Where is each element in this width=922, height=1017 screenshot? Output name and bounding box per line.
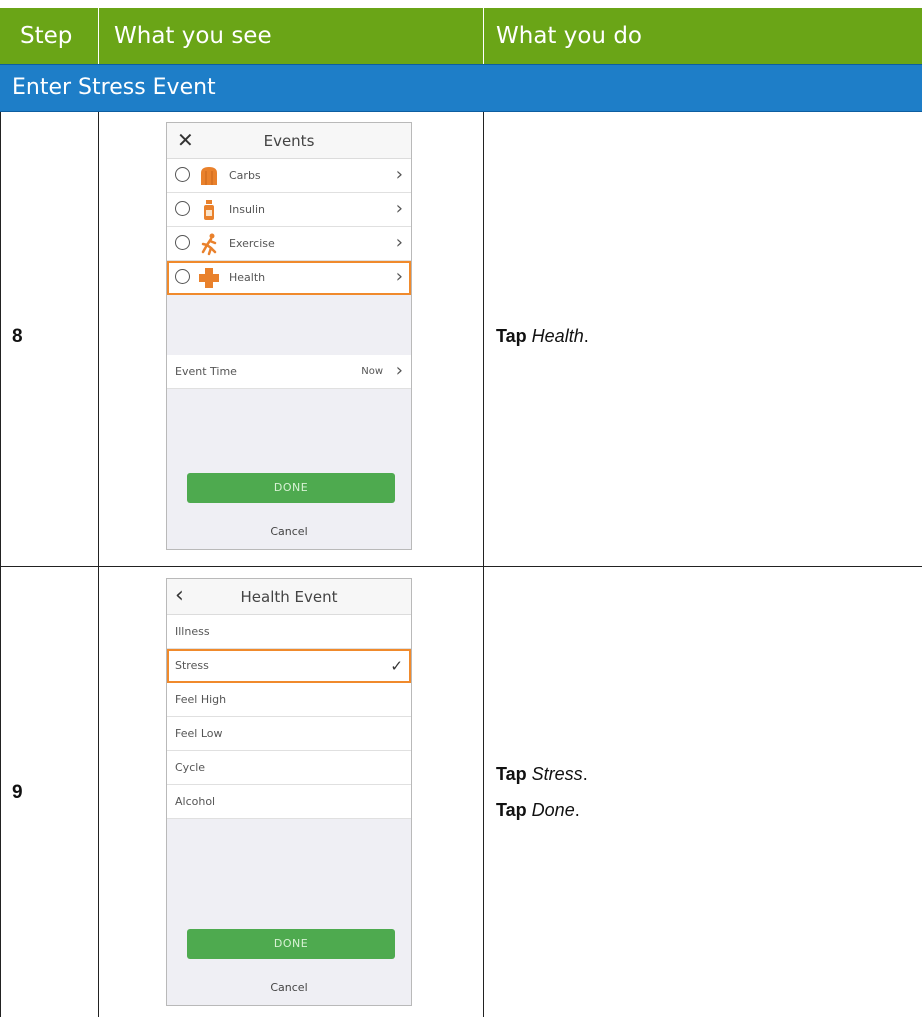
screen-title-bar: ✕ Events bbox=[167, 123, 411, 159]
health-item-alcohol[interactable]: Alcohol bbox=[167, 785, 411, 819]
done-button[interactable]: DONE bbox=[187, 473, 395, 503]
done-button[interactable]: DONE bbox=[187, 929, 395, 959]
screen-title: Events bbox=[263, 132, 315, 150]
event-time-label: Event Time bbox=[175, 365, 237, 378]
table-header: Step What you see What you do bbox=[0, 8, 922, 64]
health-item-label: Illness bbox=[175, 625, 210, 638]
health-item-label: Alcohol bbox=[175, 795, 216, 808]
event-item-carbs[interactable]: Carbs › bbox=[167, 159, 411, 193]
header-what-you-do: What you do bbox=[496, 23, 642, 49]
row-divider bbox=[0, 566, 922, 567]
step-number: 9 bbox=[12, 782, 23, 803]
step-number: 8 bbox=[12, 326, 23, 347]
chevron-right-icon: › bbox=[395, 360, 403, 381]
health-item-label: Feel Low bbox=[175, 727, 223, 740]
phone-screen-events: ✕ Events Carbs › Insulin › Exercise › He… bbox=[166, 122, 412, 550]
chevron-right-icon: › bbox=[395, 198, 403, 219]
header-what-you-see: What you see bbox=[114, 23, 272, 49]
event-item-label: Exercise bbox=[229, 237, 275, 250]
health-item-label: Stress bbox=[175, 659, 209, 672]
radio-icon[interactable] bbox=[175, 167, 190, 182]
event-time-value: Now bbox=[361, 366, 383, 377]
instruction-end: . bbox=[583, 326, 589, 346]
table-divider bbox=[98, 112, 99, 1017]
instruction-target: Done bbox=[531, 800, 575, 820]
exercise-icon bbox=[201, 233, 217, 256]
event-item-label: Insulin bbox=[229, 203, 266, 216]
health-item-stress[interactable]: Stress ✓ bbox=[167, 649, 411, 683]
chevron-right-icon: › bbox=[395, 164, 403, 185]
radio-icon[interactable] bbox=[175, 235, 190, 250]
chevron-right-icon: › bbox=[395, 232, 403, 253]
health-item-label: Cycle bbox=[175, 761, 206, 774]
instruction-verb: Tap bbox=[496, 800, 532, 820]
health-item-feel-low[interactable]: Feel Low bbox=[167, 717, 411, 751]
carbs-icon bbox=[201, 167, 217, 185]
instruction-verb: Tap bbox=[496, 326, 532, 346]
event-time-row[interactable]: Event Time Now › bbox=[167, 355, 411, 389]
instruction-table: Step What you see What you do Enter Stre… bbox=[0, 0, 922, 1017]
health-item-label: Feel High bbox=[175, 693, 227, 706]
event-item-insulin[interactable]: Insulin › bbox=[167, 193, 411, 227]
screen-title: Health Event bbox=[240, 588, 338, 606]
table-divider bbox=[483, 112, 484, 1017]
instruction-verb: Tap bbox=[496, 764, 532, 784]
section-title: Enter Stress Event bbox=[12, 75, 216, 100]
table-border-left bbox=[0, 112, 1, 1017]
instruction-target: Health bbox=[531, 326, 584, 346]
instruction-target: Stress bbox=[531, 764, 583, 784]
header-divider bbox=[483, 8, 484, 64]
instruction-line: Tap Stress. bbox=[496, 764, 588, 785]
health-icon bbox=[199, 268, 219, 288]
cancel-button[interactable]: Cancel bbox=[167, 981, 411, 994]
instruction-line: Tap Done. bbox=[496, 800, 580, 821]
chevron-right-icon: › bbox=[395, 266, 403, 287]
radio-icon[interactable] bbox=[175, 201, 190, 216]
health-item-feel-high[interactable]: Feel High bbox=[167, 683, 411, 717]
header-step: Step bbox=[20, 23, 73, 49]
instruction-line: Tap Health. bbox=[496, 326, 589, 347]
event-item-label: Carbs bbox=[229, 169, 261, 182]
checkmark-icon: ✓ bbox=[390, 657, 403, 675]
health-item-cycle[interactable]: Cycle bbox=[167, 751, 411, 785]
header-divider bbox=[98, 8, 99, 64]
event-item-health[interactable]: Health › bbox=[167, 261, 411, 295]
radio-icon[interactable] bbox=[175, 269, 190, 284]
event-item-label: Health bbox=[229, 271, 266, 284]
instruction-end: . bbox=[574, 800, 580, 820]
section-row: Enter Stress Event bbox=[0, 64, 922, 112]
insulin-icon bbox=[204, 200, 214, 220]
event-item-exercise[interactable]: Exercise › bbox=[167, 227, 411, 261]
phone-screen-health-event: ‹ Health Event Illness Stress ✓ Feel Hig… bbox=[166, 578, 412, 1006]
screen-title-bar: ‹ Health Event bbox=[167, 579, 411, 615]
cancel-button[interactable]: Cancel bbox=[167, 525, 411, 538]
health-item-illness[interactable]: Illness bbox=[167, 615, 411, 649]
instruction-end: . bbox=[582, 764, 588, 784]
